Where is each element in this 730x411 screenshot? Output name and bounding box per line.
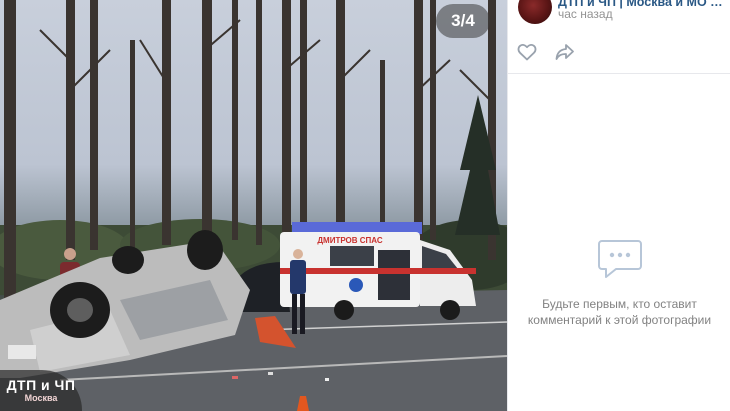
side-panel: ДТП и ЧП | Москва и МО онлайн | ... час … (507, 0, 730, 411)
avatar[interactable] (518, 0, 552, 24)
actions-bar (508, 30, 730, 74)
post-time[interactable]: час назад (558, 7, 613, 21)
like-button[interactable] (516, 41, 538, 63)
empty-comments-text: Будьте первым, кто оставит комментарий к… (527, 297, 712, 327)
accident-photo: ДМИТРОВ СПАС (0, 0, 507, 411)
comments-empty-state: Будьте первым, кто оставит комментарий к… (508, 238, 730, 328)
watermark-logo: ДТП и ЧП Москва (0, 370, 82, 411)
speech-bubble-icon (597, 240, 642, 278)
watermark-line2: Москва (24, 393, 58, 403)
svg-text:ДМИТРОВ СПАС: ДМИТРОВ СПАС (317, 236, 383, 245)
photo-viewer[interactable]: ДМИТРОВ СПАС 3/4 ДТП и ЧП Москва (0, 0, 507, 411)
heart-icon (517, 44, 537, 61)
watermark-line1: ДТП и ЧП (6, 377, 76, 393)
share-button[interactable] (554, 41, 576, 63)
share-arrow-icon (555, 44, 574, 60)
author-block: ДТП и ЧП | Москва и МО онлайн | ... час … (508, 0, 730, 28)
photo-counter: 3/4 (436, 4, 490, 38)
